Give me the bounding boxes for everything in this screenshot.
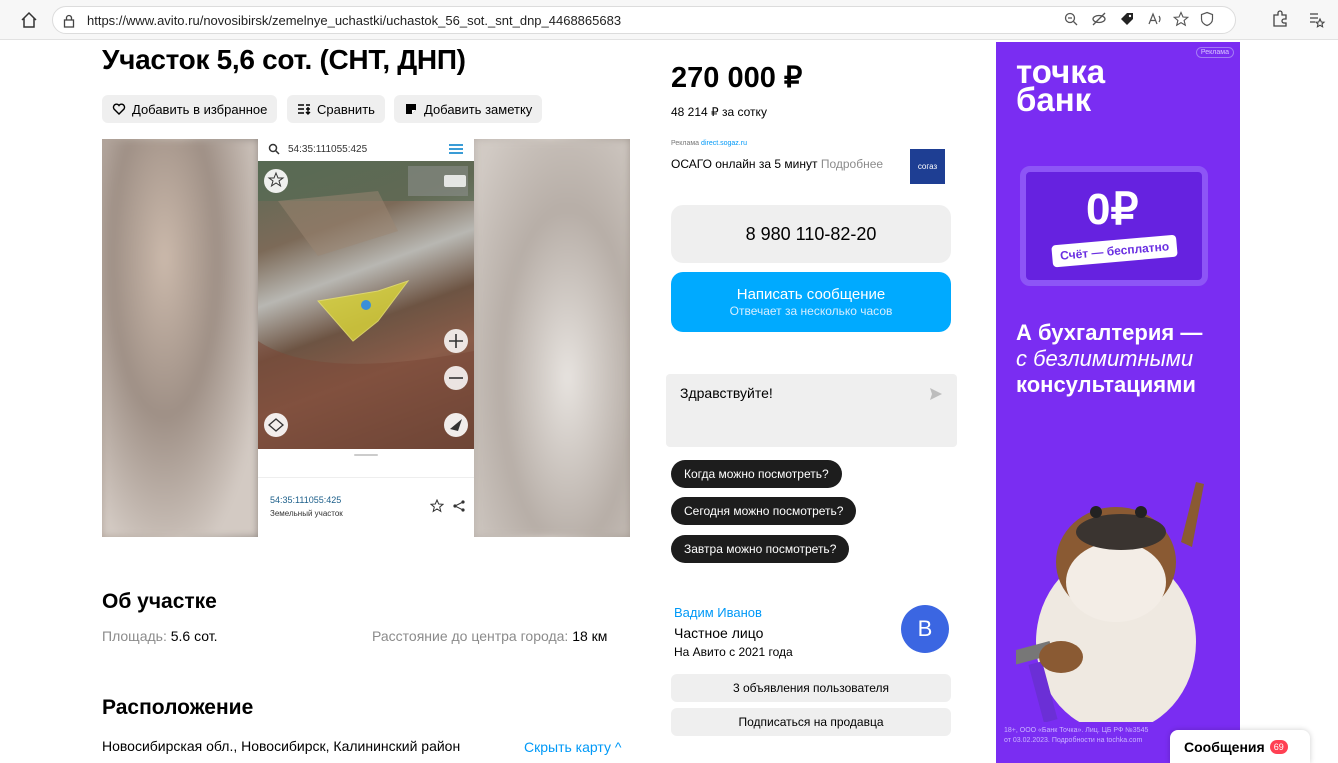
banner-slogan-line-3: консультациями — [1016, 372, 1196, 397]
hide-map-link[interactable]: Скрыть карту ^ — [524, 739, 621, 755]
blurred-background-right — [474, 139, 630, 537]
banner-slogan: А бухгалтерия — с безлимитными консульта… — [1016, 320, 1202, 398]
distance-label: Расстояние до центра города: — [372, 628, 569, 644]
banner-zero-price: 0₽ — [1086, 185, 1139, 234]
response-time: Отвечает за несколько часов — [729, 304, 893, 318]
add-to-favorites-button[interactable]: Добавить в избранное — [102, 95, 278, 123]
ad-text: ОСАГО онлайн за 5 минут — [671, 157, 818, 171]
note-icon — [406, 104, 416, 114]
share-icon — [453, 500, 465, 512]
compare-icon — [298, 104, 311, 115]
photo-info-card: 54:35:111055:425 Земельный участок — [258, 449, 474, 537]
ad-label-text: Реклама — [671, 140, 700, 147]
chat-input[interactable]: Здравствуйте! — [666, 374, 957, 447]
extension-tag-icon[interactable] — [1119, 11, 1139, 31]
area-info: Площадь: 5.6 сот. — [102, 628, 217, 644]
photo-search-bar: 54:35:111055:425 — [258, 139, 474, 161]
compare-label: Сравнить — [317, 101, 375, 117]
messages-widget[interactable]: Сообщения 69 — [1170, 730, 1310, 763]
seller-name-link[interactable]: Вадим Иванов — [674, 605, 762, 620]
banner-card-illustration: 0₽ Счёт — бесплатно — [1020, 166, 1208, 286]
banner-slogan-line-2: с безлимитными — [1016, 346, 1194, 371]
quick-reply-button[interactable]: Завтра можно посмотреть? — [671, 535, 850, 563]
favorite-star-icon[interactable] — [1172, 11, 1193, 31]
banner-free-account: Счёт — бесплатно — [1051, 234, 1179, 268]
address: Новосибирская обл., Новосибирск, Калинин… — [102, 738, 461, 754]
banner-brand: точка банк — [1016, 53, 1106, 118]
ad-text-block[interactable]: ОСАГО онлайн за 5 минут Подробнее — [671, 157, 883, 171]
blurred-background-left — [102, 139, 258, 537]
page-title: Участок 5,6 сот. (СНТ, ДНП) — [102, 44, 466, 75]
home-icon[interactable] — [18, 9, 40, 31]
ad-label: Реклама direct.sogaz.ru — [671, 140, 747, 147]
distance-info: Расстояние до центра города: 18 км — [372, 628, 607, 644]
photo-gallery[interactable]: 54:35:111055:425 54:35:111055:425 Земель… — [102, 139, 630, 537]
banner-legal-line-2: от 03.02.2023. Подробности на tochka.com — [1004, 737, 1143, 744]
tochka-banner-ad[interactable]: Реклама точка банк 0₽ Счёт — бесплатно А… — [996, 42, 1240, 763]
chat-input-text: Здравствуйте! — [680, 385, 773, 401]
quick-reply-button[interactable]: Когда можно посмотреть? — [671, 460, 842, 488]
banner-legal-line-1: 18+, ООО «Банк Точка». Лиц. ЦБ РФ №3545 — [1004, 727, 1149, 734]
photo-card-id: 54:35:111055:425 — [270, 495, 342, 505]
tracking-icon[interactable] — [1091, 11, 1111, 31]
listing-photo: 54:35:111055:425 54:35:111055:425 Земель… — [258, 139, 474, 537]
show-phone-button[interactable]: 8 980 110-82-20 — [671, 205, 951, 263]
lock-icon — [61, 13, 77, 29]
heart-icon — [112, 103, 126, 115]
plot-outline — [317, 280, 410, 342]
photo-search-text: 54:35:111055:425 — [288, 144, 368, 155]
price-per-sotka: 48 214 ₽ за сотку — [671, 105, 767, 119]
favorites-bar-icon[interactable] — [1306, 9, 1326, 29]
send-icon[interactable] — [929, 387, 943, 401]
area-value: 5.6 сот. — [170, 628, 218, 644]
browser-toolbar: https://www.avito.ru/novosibirsk/zemelny… — [0, 0, 1338, 40]
banner-slogan-line-1: А бухгалтерия — — [1016, 320, 1203, 345]
quick-reply-button[interactable]: Сегодня можно посмотреть? — [671, 497, 857, 525]
ad-more-link[interactable]: Подробнее — [821, 157, 883, 171]
zoom-icon[interactable] — [1063, 11, 1083, 31]
avatar[interactable]: В — [901, 605, 949, 653]
search-icon — [268, 143, 280, 155]
read-aloud-icon[interactable] — [1147, 11, 1167, 31]
price: 270 000 ₽ — [671, 62, 803, 94]
about-heading: Об участке — [102, 590, 217, 613]
location-heading: Расположение — [102, 696, 254, 719]
photo-card-type: Земельный участок — [270, 509, 343, 518]
compare-button[interactable]: Сравнить — [287, 95, 385, 123]
messages-label: Сообщения — [1184, 738, 1265, 755]
write-message-button[interactable]: Написать сообщение Отвечает за несколько… — [671, 272, 951, 332]
ad-domain[interactable]: direct.sogaz.ru — [701, 140, 747, 147]
extensions-icon[interactable] — [1270, 9, 1290, 29]
note-label: Добавить заметку — [424, 101, 533, 117]
distance-value: 18 км — [572, 628, 608, 644]
area-label: Площадь: — [102, 628, 167, 644]
divider — [258, 477, 474, 478]
satellite-map — [258, 161, 474, 449]
seller-type: Частное лицо — [674, 625, 764, 641]
banner-ad-badge: Реклама — [1195, 47, 1234, 58]
seller-listings-button[interactable]: 3 объявления пользователя — [671, 674, 951, 702]
banner-legal-text: 18+, ООО «Банк Точка». Лиц. ЦБ РФ №3545 … — [1004, 726, 1148, 746]
menu-icon — [449, 144, 463, 154]
sogaz-logo[interactable]: согаз — [910, 149, 945, 184]
subscribe-seller-button[interactable]: Подписаться на продавца — [671, 708, 951, 736]
add-note-button[interactable]: Добавить заметку — [394, 95, 543, 123]
favorite-label: Добавить в избранное — [132, 101, 268, 117]
url-text: https://www.avito.ru/novosibirsk/zemelny… — [87, 13, 622, 28]
star-icon — [430, 499, 444, 513]
write-message-label: Написать сообщение — [736, 286, 886, 303]
shield-icon[interactable] — [1199, 11, 1219, 31]
messages-count-badge: 69 — [1269, 739, 1288, 754]
platypus-mascot-illustration — [1016, 482, 1204, 722]
sheet-handle — [354, 454, 378, 456]
seller-since: На Авито с 2021 года — [674, 645, 793, 659]
address-bar[interactable]: https://www.avito.ru/novosibirsk/zemelny… — [52, 6, 1236, 34]
